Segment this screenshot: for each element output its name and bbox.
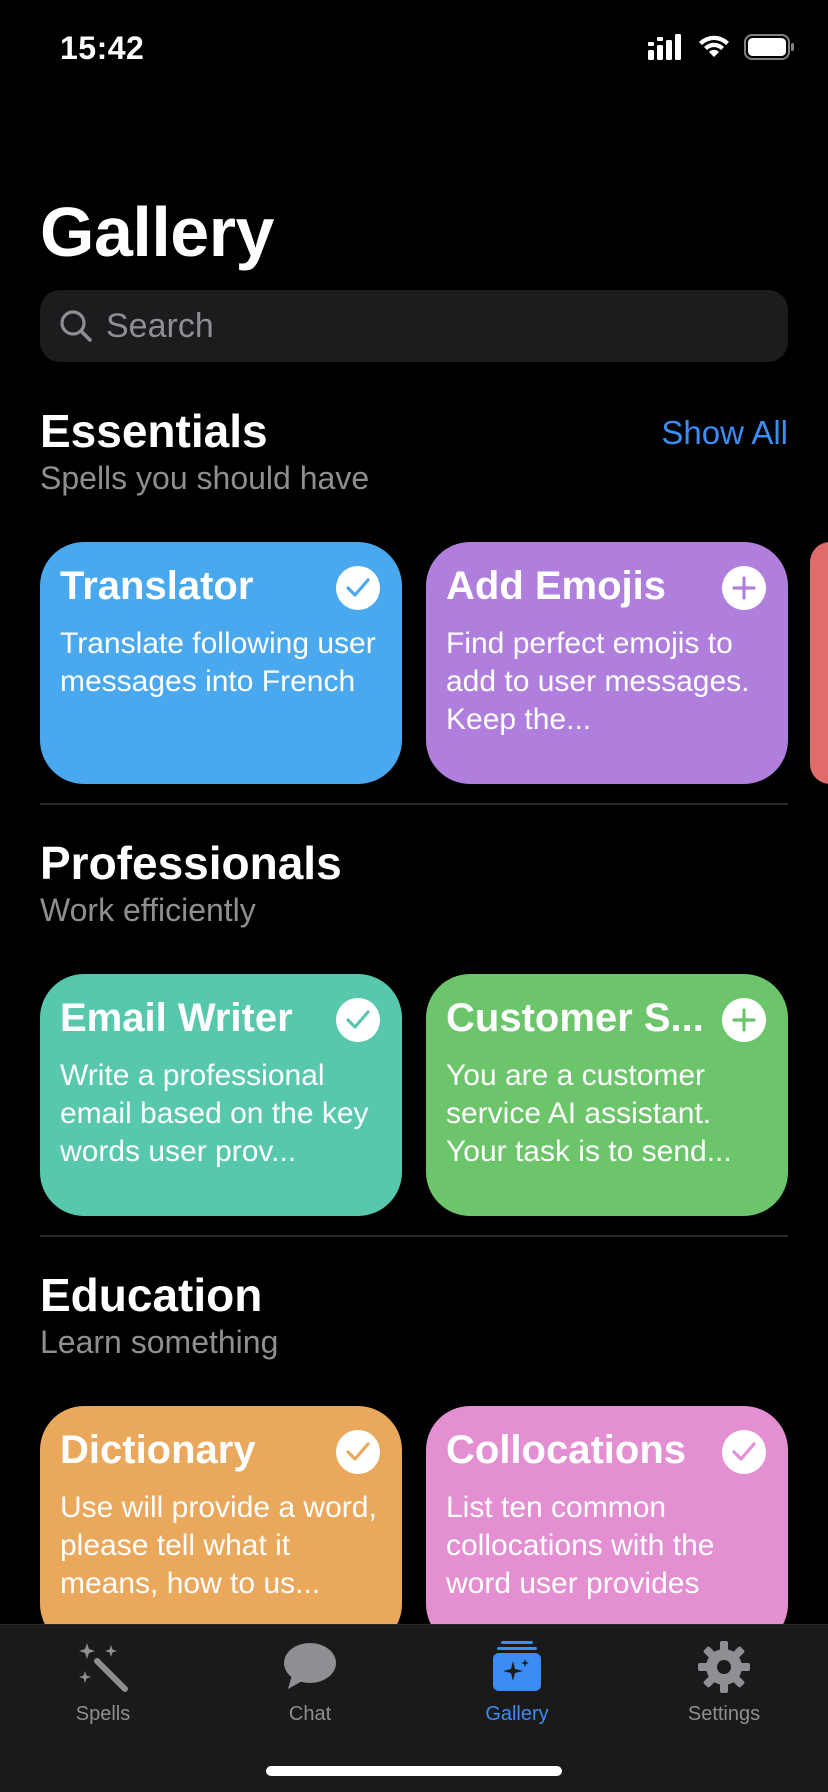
card-description: Translate following user messages into F… xyxy=(60,627,376,698)
section-divider xyxy=(40,1235,788,1237)
section-subtitle: Spells you should have xyxy=(40,460,370,496)
card-title: Add Emojis xyxy=(446,564,667,608)
checkmark-icon[interactable] xyxy=(336,1430,380,1474)
plus-icon[interactable] xyxy=(722,998,766,1042)
chat-bubble-icon xyxy=(280,1637,340,1697)
card-title: Customer S... xyxy=(446,996,704,1040)
wifi-icon xyxy=(698,35,730,64)
status-icons xyxy=(648,34,796,65)
tab-gallery[interactable]: Gallery xyxy=(447,1637,587,1726)
card-title: Dictionary xyxy=(60,1428,256,1472)
magic-wand-icon xyxy=(73,1637,133,1697)
card-description: Write a professional email based on the … xyxy=(60,1059,369,1168)
section-divider xyxy=(40,803,788,805)
checkmark-icon[interactable] xyxy=(336,998,380,1042)
page-title: Gallery xyxy=(40,193,274,271)
spell-card-customer-service[interactable]: Customer S... You are a customer service… xyxy=(426,974,788,1216)
spell-card-add-emojis[interactable]: Add Emojis Find perfect emojis to add to… xyxy=(426,542,788,784)
checkmark-icon[interactable] xyxy=(722,1430,766,1474)
plus-icon[interactable] xyxy=(722,566,766,610)
card-description: You are a customer service AI assistant.… xyxy=(446,1059,732,1168)
show-all-link[interactable]: Show All xyxy=(661,414,788,452)
spell-card-email-writer[interactable]: Email Writer Write a professional email … xyxy=(40,974,402,1216)
spell-card-partial[interactable] xyxy=(810,542,828,784)
spell-card-translator[interactable]: Translator Translate following user mess… xyxy=(40,542,402,784)
status-time: 15:42 xyxy=(60,30,145,66)
section-subtitle: Learn something xyxy=(40,1324,279,1360)
card-description: Find perfect emojis to add to user messa… xyxy=(446,627,750,736)
search-bar[interactable] xyxy=(40,290,788,362)
gear-icon xyxy=(694,1637,754,1697)
tab-label: Settings xyxy=(687,1703,761,1725)
tab-label: Gallery xyxy=(485,1703,549,1725)
checkmark-icon[interactable] xyxy=(336,566,380,610)
section-title: Education xyxy=(40,1269,263,1321)
search-input[interactable] xyxy=(106,306,706,346)
home-indicator[interactable] xyxy=(266,1766,562,1776)
spell-card-dictionary[interactable]: Dictionary Use will provide a word, plea… xyxy=(40,1406,402,1648)
status-bar: 15:42 xyxy=(0,0,828,100)
card-title: Email Writer xyxy=(60,996,293,1040)
card-description: List ten common collocations with the wo… xyxy=(446,1491,715,1600)
card-title: Translator xyxy=(60,564,254,608)
tab-settings[interactable]: Settings xyxy=(654,1637,794,1726)
section-title: Professionals xyxy=(40,837,342,889)
section-subtitle: Work efficiently xyxy=(40,892,256,928)
tab-chat[interactable]: Chat xyxy=(240,1637,380,1726)
spell-card-collocations[interactable]: Collocations List ten common collocation… xyxy=(426,1406,788,1648)
gallery-icon xyxy=(487,1637,547,1697)
tab-label: Chat xyxy=(288,1703,332,1725)
section-title: Essentials xyxy=(40,405,268,457)
tab-label: Spells xyxy=(75,1703,131,1725)
search-icon xyxy=(56,306,96,346)
card-title: Collocations xyxy=(446,1428,687,1472)
card-description: Use will provide a word, please tell wha… xyxy=(60,1491,377,1600)
tab-spells[interactable]: Spells xyxy=(33,1637,173,1726)
signal-icon xyxy=(648,34,684,65)
battery-icon xyxy=(744,34,796,65)
